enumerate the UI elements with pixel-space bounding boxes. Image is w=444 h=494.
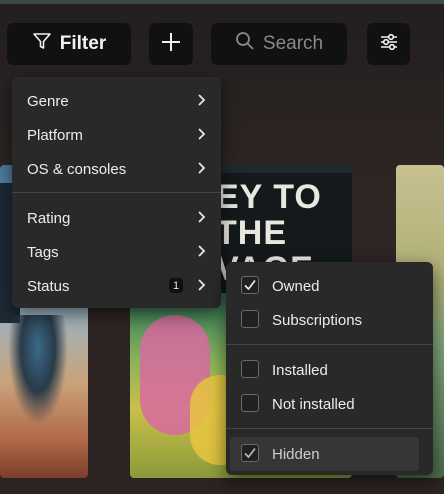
menu-divider bbox=[12, 192, 221, 193]
menu-item-label: Platform bbox=[27, 126, 83, 144]
chevron-right-icon bbox=[198, 245, 206, 257]
filter-icon bbox=[32, 31, 52, 57]
checkmark-icon bbox=[244, 448, 256, 459]
status-option-installed[interactable]: Installed bbox=[226, 353, 433, 387]
chevron-right-icon bbox=[198, 94, 206, 106]
menu-item-label: Tags bbox=[27, 243, 59, 261]
submenu-divider bbox=[226, 428, 433, 429]
menu-item-status[interactable]: Status 1 bbox=[12, 269, 221, 303]
checkmark-icon bbox=[244, 280, 256, 291]
status-option-not-installed[interactable]: Not installed bbox=[226, 387, 433, 421]
filter-button[interactable]: Filter bbox=[7, 23, 131, 65]
chevron-right-icon bbox=[198, 279, 206, 291]
game-title-line-1: EY TO THE bbox=[216, 178, 322, 252]
status-submenu: Owned Subscriptions Installed Not instal… bbox=[226, 262, 433, 475]
menu-item-label: Rating bbox=[27, 209, 71, 227]
hidden-checkbox[interactable] bbox=[241, 444, 259, 462]
not-installed-checkbox[interactable] bbox=[241, 394, 259, 412]
status-count-badge: 1 bbox=[169, 278, 183, 293]
menu-item-label: Status bbox=[27, 277, 70, 295]
chevron-right-icon bbox=[198, 211, 206, 223]
game-character-art bbox=[8, 315, 68, 425]
installed-checkbox[interactable] bbox=[241, 360, 259, 378]
search-input[interactable]: Search bbox=[211, 23, 347, 65]
menu-item-tags[interactable]: Tags bbox=[12, 235, 221, 269]
status-option-subscriptions[interactable]: Subscriptions bbox=[226, 303, 433, 337]
chevron-right-icon bbox=[198, 128, 206, 140]
chevron-right-icon bbox=[198, 162, 206, 174]
menu-item-platform[interactable]: Platform bbox=[12, 118, 221, 152]
status-option-owned[interactable]: Owned bbox=[226, 269, 433, 303]
sliders-icon bbox=[378, 31, 400, 58]
plus-icon bbox=[160, 31, 182, 58]
search-placeholder: Search bbox=[262, 33, 324, 54]
option-label: Subscriptions bbox=[272, 311, 363, 329]
option-label: Not installed bbox=[272, 395, 355, 413]
menu-item-rating[interactable]: Rating bbox=[12, 201, 221, 235]
menu-item-label: Genre bbox=[27, 92, 69, 110]
subscriptions-checkbox[interactable] bbox=[241, 310, 259, 328]
view-settings-button[interactable] bbox=[367, 23, 410, 65]
owned-checkbox[interactable] bbox=[241, 276, 259, 294]
submenu-divider bbox=[226, 344, 433, 345]
add-button[interactable] bbox=[149, 23, 193, 65]
option-label: Owned bbox=[272, 277, 320, 295]
filter-menu: Genre Platform OS & consoles Rating Tags… bbox=[12, 77, 221, 308]
option-label: Hidden bbox=[272, 445, 320, 463]
menu-item-os-consoles[interactable]: OS & consoles bbox=[12, 152, 221, 186]
filter-label: Filter bbox=[59, 33, 107, 54]
option-label: Installed bbox=[272, 361, 328, 379]
menu-item-label: OS & consoles bbox=[27, 160, 127, 178]
status-option-hidden[interactable]: Hidden bbox=[230, 437, 419, 471]
search-icon bbox=[235, 31, 255, 57]
menu-item-genre[interactable]: Genre bbox=[12, 84, 221, 118]
